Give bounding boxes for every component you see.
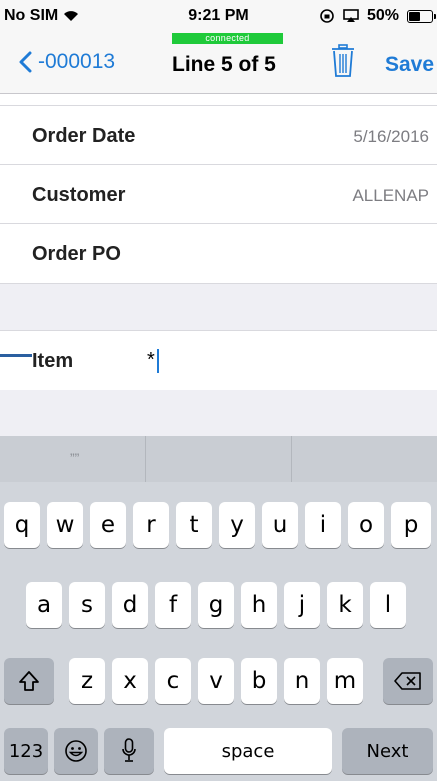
space-key[interactable]: space: [164, 728, 332, 774]
next-key[interactable]: Next: [342, 728, 433, 774]
delete-button[interactable]: [330, 43, 356, 79]
back-button[interactable]: -000013: [18, 50, 115, 74]
emoji-key[interactable]: [54, 728, 98, 774]
key-s[interactable]: s: [69, 582, 105, 628]
emoji-icon: [65, 740, 87, 762]
item-input[interactable]: *: [147, 349, 159, 373]
orientation-lock-icon: [320, 9, 334, 23]
key-w[interactable]: w: [47, 502, 83, 548]
suggestion-2[interactable]: [146, 436, 292, 482]
airplay-icon: [343, 9, 359, 22]
order-po-label: Order PO: [32, 243, 121, 265]
dictation-key[interactable]: [104, 728, 154, 774]
key-t[interactable]: t: [176, 502, 212, 548]
save-button[interactable]: Save: [385, 53, 434, 77]
order-date-row[interactable]: Order Date 5/16/2016: [0, 106, 437, 165]
key-k[interactable]: k: [327, 582, 363, 628]
text-cursor: [156, 349, 159, 373]
key-x[interactable]: x: [112, 658, 148, 704]
item-row[interactable]: Item *: [0, 331, 437, 390]
status-bar: No SIM 9:21 PM 50%: [0, 0, 437, 32]
list-item: [0, 94, 437, 106]
order-po-row[interactable]: Order PO: [0, 224, 437, 283]
battery-icon: [407, 9, 436, 23]
trash-icon: [332, 44, 354, 77]
key-o[interactable]: o: [348, 502, 384, 548]
key-v[interactable]: v: [198, 658, 234, 704]
item-group: Item *: [0, 331, 437, 390]
focus-indicator: [0, 354, 32, 357]
order-date-value: 5/16/2016: [353, 127, 429, 146]
item-label: Item: [32, 350, 74, 372]
suggestion-1[interactable]: ””: [0, 436, 146, 482]
battery-percent: 50%: [366, 7, 399, 24]
key-f[interactable]: f: [155, 582, 191, 628]
section-divider: [0, 283, 437, 331]
key-l[interactable]: l: [370, 582, 406, 628]
customer-label: Customer: [32, 184, 126, 206]
key-a[interactable]: a: [26, 582, 62, 628]
app-screen: No SIM 9:21 PM 50% -000013 Line 5 of 5 S…: [0, 0, 437, 781]
key-m[interactable]: m: [327, 658, 363, 704]
numbers-key[interactable]: 123: [4, 728, 48, 774]
order-group: Order Date 5/16/2016 Customer ALLENAP Or…: [0, 106, 437, 283]
back-label: -000013: [38, 50, 116, 73]
key-z[interactable]: z: [69, 658, 105, 704]
status-right: 50%: [319, 7, 436, 25]
key-i[interactable]: i: [305, 502, 341, 548]
key-u[interactable]: u: [262, 502, 298, 548]
customer-row[interactable]: Customer ALLENAP: [0, 165, 437, 224]
key-n[interactable]: n: [284, 658, 320, 704]
chevron-left-icon: [19, 51, 32, 73]
connection-status-badge: connected: [172, 33, 283, 44]
key-r[interactable]: r: [133, 502, 169, 548]
shift-icon: [19, 671, 39, 691]
keyboard-row-3: z x c v b n m: [0, 658, 437, 704]
key-g[interactable]: g: [198, 582, 234, 628]
keyboard-row-2: a s d f g h j k l: [0, 582, 437, 628]
customer-value: ALLENAP: [352, 186, 429, 205]
delete-key[interactable]: [383, 658, 433, 704]
key-b[interactable]: b: [241, 658, 277, 704]
suggestion-bar: ””: [0, 436, 437, 482]
suggestion-3[interactable]: [292, 436, 437, 482]
key-y[interactable]: y: [219, 502, 255, 548]
key-j[interactable]: j: [284, 582, 320, 628]
microphone-icon: [122, 738, 136, 762]
shift-key[interactable]: [4, 658, 54, 704]
form-list: Order Date 5/16/2016 Customer ALLENAP Or…: [0, 94, 437, 436]
key-d[interactable]: d: [112, 582, 148, 628]
key-e[interactable]: e: [90, 502, 126, 548]
keyboard-row-4: 123 space Next: [0, 728, 437, 774]
key-c[interactable]: c: [155, 658, 191, 704]
key-q[interactable]: q: [4, 502, 40, 548]
key-p[interactable]: p: [391, 502, 431, 548]
keyboard-row-1: q w e r t y u i o p: [0, 502, 437, 548]
page-title: Line 5 of 5: [172, 53, 276, 76]
backspace-icon: [394, 672, 421, 690]
key-h[interactable]: h: [241, 582, 277, 628]
order-date-label: Order Date: [32, 125, 136, 147]
item-input-value: *: [147, 349, 155, 371]
keyboard: ”” q w e r t y u i o p a s d f g h j k l: [0, 436, 437, 781]
